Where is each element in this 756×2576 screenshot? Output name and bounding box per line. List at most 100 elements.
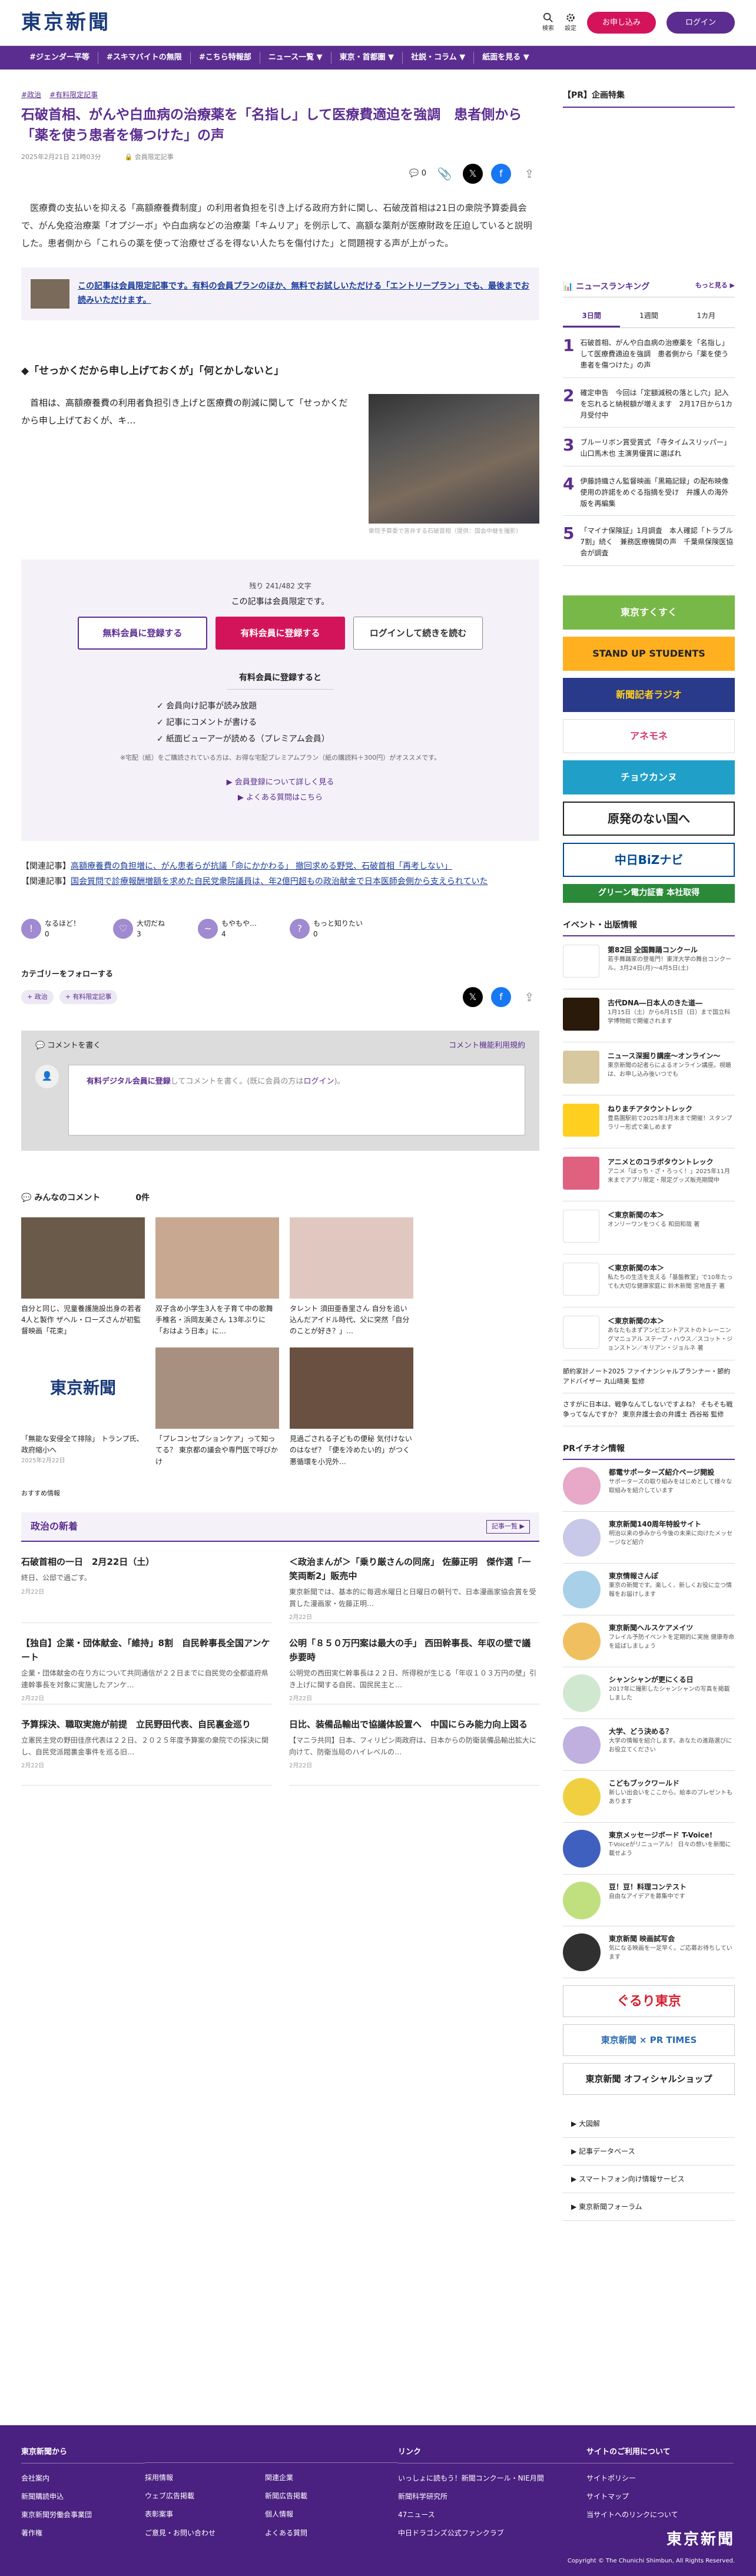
event-item[interactable]: 古代DNA―日本人のきた道― 1月15日（土）から6月15日（日）まで国立科学博物… [563, 989, 735, 1042]
share-icon[interactable]: ⇪ [519, 164, 539, 184]
banner[interactable]: ぐるり東京 [563, 1985, 735, 2017]
x-share-icon[interactable]: 𝕏 [463, 163, 483, 184]
pr-item[interactable]: 東京メッセージボード T-Voice! T-Voiceがリニューアル！ 日々の想い… [563, 1823, 735, 1875]
facebook-share-icon[interactable]: f [491, 163, 511, 184]
pr-item[interactable]: 東京情報さんぽ 東京の新聞です。楽しく、新しくお役に立つ情報をお届けします [563, 1564, 735, 1615]
ranking-item[interactable]: 5 「マイナ保険証」1月調査 本人確認「トラブル7割」続く 兼務医療機関の声 千葉… [563, 516, 735, 566]
recommend-card[interactable]: 「プレコンセプションケア」って知ってる？ 東京都の議会や専門医で呼びかけ [155, 1347, 279, 1468]
pr-item[interactable]: 大学、どう決める？ 大学の情報を紹介します。あなたの進路選びにお役立てください [563, 1719, 735, 1771]
comment-count[interactable]: 💬 0 [409, 168, 426, 180]
banner[interactable]: 中日BiZナビ [563, 842, 735, 877]
comment-terms-link[interactable]: コメント機能利用規約 [449, 1040, 525, 1052]
follow-tag[interactable]: + 政治 [21, 989, 54, 1005]
related-link[interactable]: 国会質問で診療報酬増額を求めた自民党衆院議員は、年2億円超もの政治献金で日本医師… [71, 877, 488, 886]
footer-link[interactable]: いっしょに読もう！新聞コンクール・NIE月間 [398, 2469, 586, 2488]
sidebar-link[interactable]: ▶ 東京新聞フォーラム [563, 2193, 735, 2221]
nav-item[interactable]: #スキマバイトの無限 [98, 52, 191, 64]
ranking-item[interactable]: 4 伊藤詩織さん監督映画「黒箱記録」の配布映像使用の許諾をめぐる指摘を受け 弁護人… [563, 466, 735, 516]
settings-button[interactable]: 設定 [565, 12, 576, 33]
nav-item[interactable]: 社説・コラム ▼ [403, 52, 475, 64]
recommend-card[interactable]: 双子含め小学生3人を子育て中の歌舞手椎名・浜岡友美さん 13年ぶりに「おはよう日… [155, 1217, 279, 1337]
recommend-card[interactable]: 東京新聞 「無能な安侵全て排除」 トランプ氏、政府縮小へ 2025年2月22日 [21, 1347, 145, 1468]
banner[interactable]: STAND UP STUDENTS [563, 636, 735, 671]
footer-link[interactable]: サイトポリシー [586, 2469, 734, 2488]
pr-item[interactable]: 東京新聞140周年特設サイト 明治以来の歩みから今後の未来に向けたメッセージなど紹… [563, 1512, 735, 1564]
pr-item[interactable]: こどもブックワールド 新しい出会いをここから。絵本のプレゼントもあります [563, 1771, 735, 1823]
footer-link[interactable]: 会社案内 [21, 2469, 145, 2488]
pr-item[interactable]: シャンシャンが更にくる日 2017年に撮影したシャンシャンの写真を掲載しました [563, 1667, 735, 1719]
reaction-button[interactable]: ~ もやもや… 4 [198, 918, 257, 939]
banner[interactable]: 原発のない国へ [563, 801, 735, 836]
footer-link[interactable]: 個人情報 [265, 2505, 398, 2524]
pr-item[interactable]: 豆！豆！料理コンテスト 自由なアイデアを募集中です [563, 1875, 735, 1926]
banner[interactable]: 東京すくすく [563, 595, 735, 630]
reaction-button[interactable]: ♡ 大切だね 3 [113, 918, 165, 939]
paid-register-button[interactable]: 有料会員に登録する [215, 617, 345, 650]
clip-icon[interactable]: 📎 [435, 164, 455, 184]
sidebar-link[interactable]: ▶ スマートフォン向け情報サービス [563, 2166, 735, 2193]
footer-link[interactable]: 新聞広告掲載 [265, 2487, 398, 2505]
banner[interactable]: 新聞記者ラジオ [563, 677, 735, 712]
footer-link[interactable]: 新聞購読申込 [21, 2488, 145, 2506]
event-item[interactable]: ＜東京新聞の本＞ あなたもまずアンビエントアストのトレーニングマニュアル ステーブ… [563, 1307, 735, 1360]
recommend-card[interactable]: 見過ごされる子どもの便秘 気付けないのはなぜ？「便を冷めたい的」がつく悪循環を小… [290, 1347, 413, 1468]
login-continue-button[interactable]: ログインして続きを読む [353, 617, 483, 650]
footer-link[interactable]: 著作権 [21, 2524, 145, 2542]
nav-item[interactable]: 紙面を見る ▼ [474, 52, 538, 64]
footer-link[interactable]: 中日ドラゴンズ公式ファンクラブ [398, 2524, 586, 2542]
nav-item[interactable]: #ジェンダー平等 [21, 52, 98, 64]
ranking-item[interactable]: 1 石破首相、がんや白血病の治療薬を「名指し」して医療費適迫を強調 患者側から「薬… [563, 328, 735, 378]
footer-link[interactable]: 表彰案事 [145, 2505, 265, 2524]
tag-link[interactable]: #有料限定記事 [49, 90, 98, 100]
book-link[interactable]: さすがに日本は、戦争なんてしないですよね？ そもそも戦争ってなんですか？ 東京弁… [563, 1393, 735, 1426]
event-item[interactable]: アニメとのコラボタウントレック アニメ「ぼっち・ざ・ろっく！」2025年11月末ま… [563, 1148, 735, 1201]
banner[interactable]: 東京新聞 オフィシャルショップ [563, 2063, 735, 2095]
sidebar-link[interactable]: ▶ 大図解 [563, 2110, 735, 2138]
footer-link[interactable]: ご意見・お問い合わせ [145, 2524, 265, 2542]
comment-input[interactable]: 有料デジタル会員に登録してコメントを書く。(既に会員の方はログイン)。 [68, 1064, 525, 1135]
footer-link[interactable]: 採用情報 [145, 2469, 265, 2487]
banner[interactable]: アネモネ [563, 719, 735, 753]
promo-box[interactable]: この記事は会員限定記事です。有料の会員プランのほか、無料でお試しいただける「エン… [21, 267, 539, 320]
banner[interactable]: チョウカンヌ [563, 760, 735, 794]
tag-link[interactable]: #政治 [21, 90, 41, 100]
footer-link[interactable]: 47ニュース [398, 2506, 586, 2524]
share-icon[interactable]: ⇪ [519, 987, 539, 1007]
tab-1month[interactable]: 1カ月 [678, 306, 735, 327]
news-item[interactable]: ＜政治まんが＞「乗り厳さんの同席」 佐藤正明 傑作選「一笑両断2」販売中 東京新聞… [289, 1542, 539, 1624]
login-button[interactable]: ログイン [666, 11, 735, 34]
search-button[interactable]: 検索 [542, 12, 554, 33]
follow-tag[interactable]: + 有料限定記事 [59, 989, 118, 1005]
recommend-card[interactable]: 自分と同じ、児童養護施設出身の若者4人と製作 ザヘル・ローズさんが初監督映画「花… [21, 1217, 145, 1337]
event-item[interactable]: ニュース深掘り講座〜オンライン〜 東京新聞の記者らによるオンライン講座。視聴は、お… [563, 1042, 735, 1095]
event-item[interactable]: ＜東京新聞の本＞ 私たちの生活を支える「基盤教室」で10年たっても大切な健康家庭に… [563, 1254, 735, 1307]
related-link[interactable]: 高額療養費の負担増に、がん患者らが抗議「命にかかわる」 撤回求める野党、石破首相… [71, 862, 452, 871]
pr-item[interactable]: 東京新聞ヘルスケアメイツ フレイル予防イベントを定期的に実施 健康寿命を延ばしまし… [563, 1615, 735, 1667]
footer-link[interactable]: 当サイトへのリンクについて [586, 2506, 734, 2524]
footer-logo[interactable]: 東京新聞 [667, 2528, 735, 2551]
ranking-item[interactable]: 2 確定申告 今回は「定額減税の落とし穴」記入を忘れると納税額が増えます 2月17… [563, 378, 735, 428]
subscribe-button[interactable]: お申し込み [586, 11, 656, 34]
reaction-button[interactable]: ! なるほど！ 0 [21, 918, 80, 939]
tab-1week[interactable]: 1週間 [620, 306, 677, 327]
ranking-more-link[interactable]: もっと見る ▶ [695, 281, 735, 293]
news-item[interactable]: 【独自】企業・団体献金、「維持」8割 自民幹事長全国アンケート 企業・団体献金の在… [21, 1623, 271, 1705]
article-list-link[interactable]: 記事一覧 ▶ [486, 1520, 530, 1534]
event-item[interactable]: 第82回 全国舞踊コンクール 若手舞踊家の登竜門！東洋大学の舞台コンクール。3月2… [563, 936, 735, 989]
footer-link[interactable]: 東京新聞労働会事業団 [21, 2506, 145, 2524]
event-item[interactable]: ＜東京新聞の本＞ オンリーワンをつくる 和田和哉 著 [563, 1201, 735, 1254]
sidebar-link[interactable]: ▶ 記事データベース [563, 2138, 735, 2166]
tab-3days[interactable]: 3日間 [563, 306, 621, 327]
recommend-card[interactable]: タレント 須田亜香里さん 自分を追い込んだアイドル時代、父に突然「自分のことが好… [290, 1217, 413, 1337]
x-share-icon[interactable]: 𝕏 [463, 987, 483, 1008]
footer-link[interactable]: 関連企業 [265, 2469, 398, 2487]
reaction-button[interactable]: ? もっと知りたい 0 [290, 918, 363, 939]
footer-link[interactable]: よくある質問 [265, 2524, 398, 2542]
footer-link[interactable]: ウェブ広告掲載 [145, 2487, 265, 2505]
nav-item[interactable]: ニュース一覧 ▼ [260, 52, 331, 64]
news-item[interactable]: 石破首相の一日 2月22日（土） 終日、公邸で過ごす。 2月22日 [21, 1542, 271, 1624]
book-link[interactable]: 節約家計ノート2025 ファイナンシャルプランナー・節約アドバイザー 丸山晴美 … [563, 1360, 735, 1393]
footer-link[interactable]: 新聞科学研究所 [398, 2488, 586, 2506]
nav-item[interactable]: #こちら特報部 [191, 52, 260, 64]
free-register-button[interactable]: 無料会員に登録する [78, 617, 207, 650]
